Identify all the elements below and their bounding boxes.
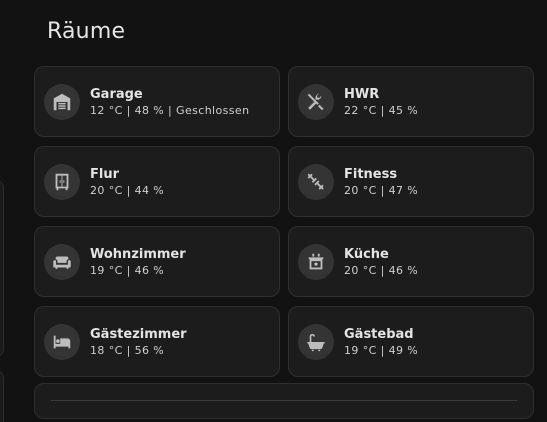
room-card-gaestebad[interactable]: Gästebad 19 °C | 49 % [288,306,534,377]
room-name: Gästebad [344,326,414,342]
sofa-icon [44,243,80,280]
section-title: Räume [47,19,126,44]
room-card-fitness[interactable]: Fitness 20 °C | 47 % [288,146,534,217]
room-text: Wohnzimmer 19 °C | 46 % [90,246,186,278]
offscreen-card [0,370,4,422]
room-state: 19 °C | 49 % [344,343,419,357]
room-name: Flur [90,166,120,182]
room-state: 22 °C | 45 % [344,103,419,117]
room-name: Gästezimmer [90,326,187,342]
room-text: Garage 12 °C | 48 % | Geschlossen [90,86,249,118]
room-name: Wohnzimmer [90,246,186,262]
offscreen-card [0,180,4,357]
room-name: Fitness [344,166,398,182]
room-state: 20 °C | 46 % [344,263,419,277]
dumbbell-icon [298,163,334,200]
room-state: 12 °C | 48 % | Geschlossen [90,103,250,117]
room-card-flur[interactable]: Flur 20 °C | 44 % [34,146,280,217]
room-state: 20 °C | 47 % [344,183,419,197]
room-text: Fitness 20 °C | 47 % [344,166,418,198]
divider [51,400,517,401]
room-name: HWR [344,86,380,102]
rooms-grid: Garage 12 °C | 48 % | Geschlossen HWR 22… [34,66,534,377]
room-card-kueche[interactable]: Küche 20 °C | 46 % [288,226,534,297]
bottom-card[interactable] [34,383,534,419]
room-text: Gästebad 19 °C | 49 % [344,326,418,358]
room-name: Garage [90,86,143,102]
room-card-gaestezimmer[interactable]: Gästezimmer 18 °C | 56 % [34,306,280,377]
room-name: Küche [344,246,389,262]
stove-icon [298,243,334,280]
room-card-wohnzimmer[interactable]: Wohnzimmer 19 °C | 46 % [34,226,280,297]
room-text: Küche 20 °C | 46 % [344,246,418,278]
garage-icon [44,83,80,120]
bathtub-icon [298,323,334,360]
room-card-garage[interactable]: Garage 12 °C | 48 % | Geschlossen [34,66,280,137]
room-text: Gästezimmer 18 °C | 56 % [90,326,187,358]
bed-icon [44,323,80,360]
wardrobe-icon [44,163,80,200]
room-state: 18 °C | 56 % [90,343,165,357]
room-text: HWR 22 °C | 45 % [344,86,418,118]
tools-icon [298,83,334,120]
room-state: 20 °C | 44 % [90,183,165,197]
room-state: 19 °C | 46 % [90,263,165,277]
dashboard: Räume Garage 12 °C | 48 % | Geschlossen … [0,0,547,422]
room-card-hwr[interactable]: HWR 22 °C | 45 % [288,66,534,137]
room-text: Flur 20 °C | 44 % [90,166,164,198]
